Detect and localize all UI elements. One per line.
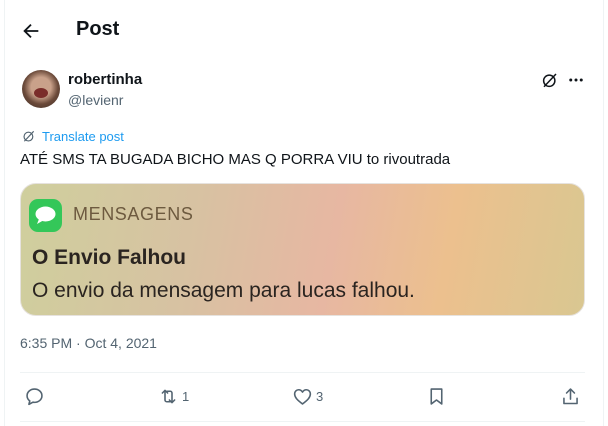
grok-icon	[23, 130, 35, 142]
heart-icon	[293, 388, 312, 405]
reply-icon	[26, 387, 43, 405]
reply-button[interactable]	[24, 384, 48, 408]
more-icon[interactable]	[567, 71, 585, 89]
page-title: Post	[76, 18, 120, 40]
avatar[interactable]	[22, 70, 60, 108]
retweet-icon	[161, 389, 176, 403]
translate-post-link[interactable]: Translate post	[22, 128, 124, 144]
tweet-media-image[interactable]: MENSAGENS O Envio Falhou O envio da mens…	[20, 183, 585, 316]
divider	[20, 421, 585, 422]
post-header: Post	[0, 0, 608, 60]
tweet-text: ATÉ SMS TA BUGADA BICHO MAS Q PORRA VIU …	[20, 151, 451, 168]
messages-app-icon	[29, 199, 62, 232]
notification-body: O envio da mensagem para lucas falhou.	[32, 279, 415, 302]
divider	[20, 372, 585, 373]
notification-title: O Envio Falhou	[32, 246, 187, 269]
share-icon	[563, 387, 578, 404]
retweet-count: 1	[182, 388, 190, 404]
like-button[interactable]: 3	[292, 384, 323, 408]
bookmark-button[interactable]	[426, 384, 447, 408]
post-timestamp[interactable]: 6:35 PM · Oct 4, 2021	[20, 335, 157, 351]
arrow-left-icon[interactable]	[20, 20, 42, 42]
retweet-button[interactable]: 1	[158, 384, 189, 408]
like-count: 3	[316, 388, 324, 404]
notification-app-name: MENSAGENS	[73, 204, 194, 224]
author-handle[interactable]: @levienr	[68, 92, 123, 108]
bookmark-icon	[430, 387, 443, 405]
share-button[interactable]	[560, 384, 581, 408]
grok-icon[interactable]	[541, 71, 559, 89]
translate-label: Translate post	[42, 128, 124, 144]
author-name[interactable]: robertinha	[68, 71, 142, 88]
